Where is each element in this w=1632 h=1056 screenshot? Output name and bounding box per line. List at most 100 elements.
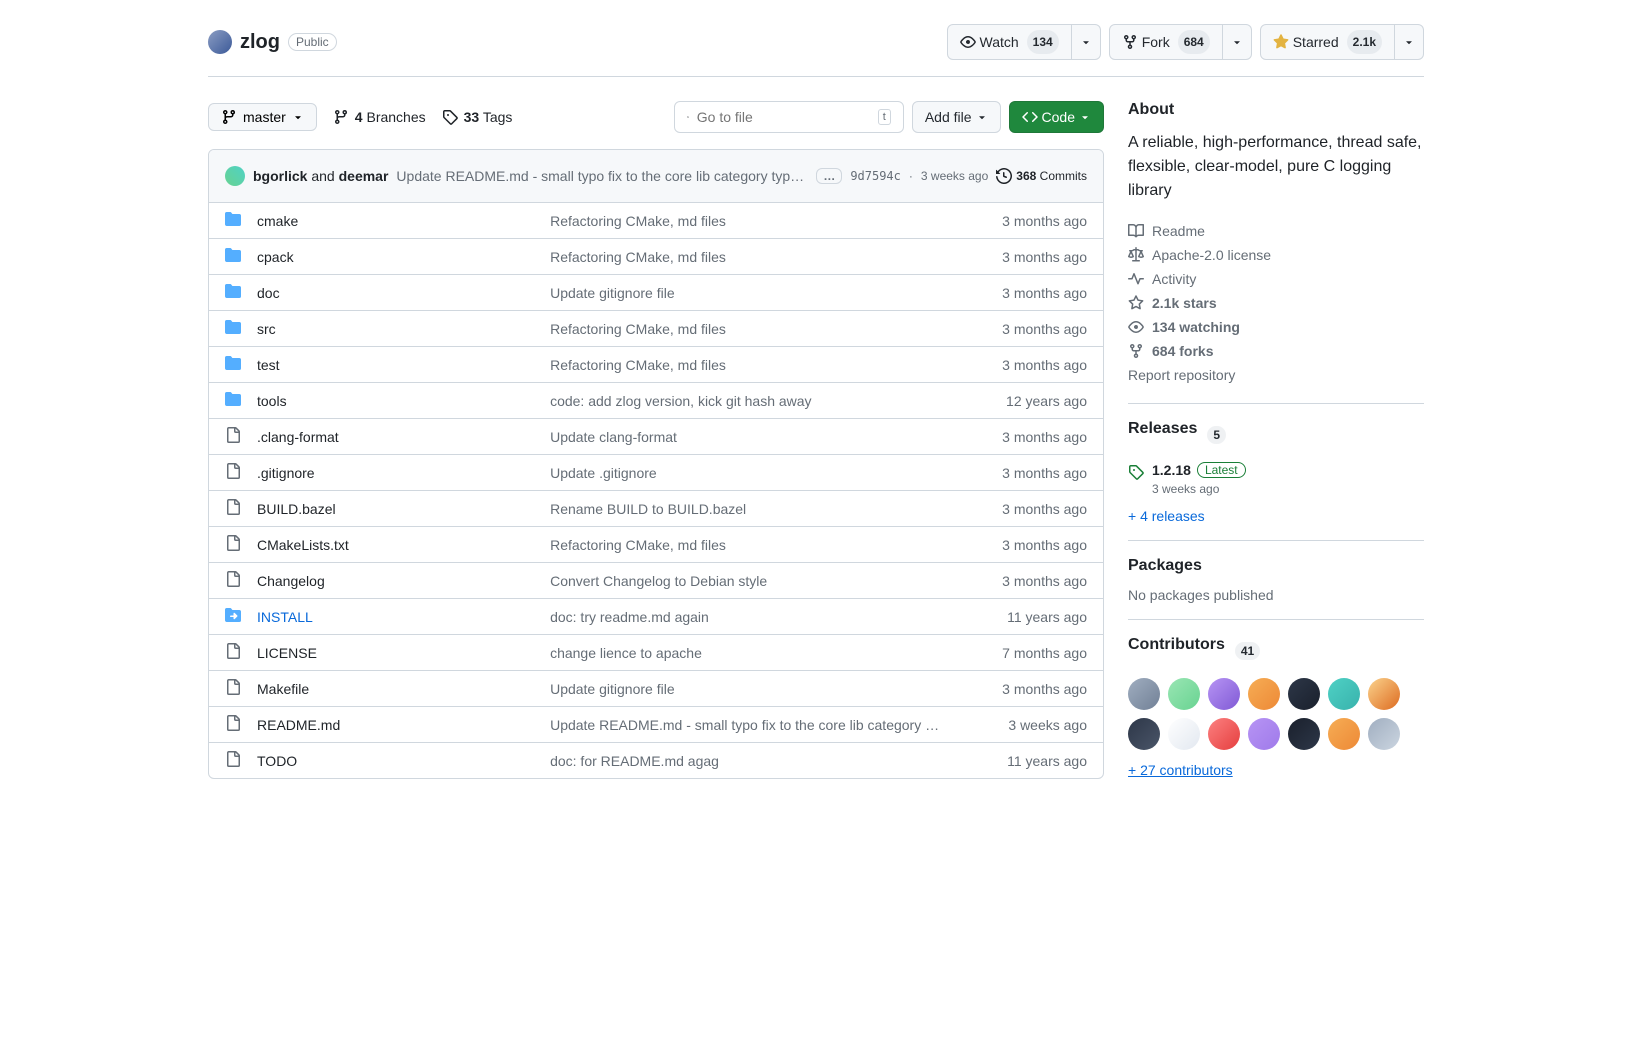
branch-select-button[interactable]: master: [208, 103, 317, 131]
file-commit-msg[interactable]: change lience to apache: [550, 645, 967, 661]
file-row[interactable]: .clang-format Update clang-format 3 mont…: [209, 419, 1103, 455]
file-row[interactable]: doc Update gitignore file 3 months ago: [209, 275, 1103, 311]
star-button[interactable]: Starred 2.1k: [1260, 24, 1395, 60]
commit-message[interactable]: Update README.md - small typo fix to the…: [396, 168, 808, 184]
latest-release[interactable]: 1.2.18 Latest 3 weeks ago: [1128, 462, 1424, 496]
stars-link[interactable]: 2.1k stars: [1128, 291, 1424, 315]
more-releases-link[interactable]: + 4 releases: [1128, 508, 1205, 524]
file-commit-msg[interactable]: Update gitignore file: [550, 681, 967, 697]
file-name[interactable]: README.md: [257, 717, 550, 733]
contributor-avatar[interactable]: [1288, 678, 1320, 710]
file-name[interactable]: test: [257, 357, 550, 373]
file-commit-msg[interactable]: Rename BUILD to BUILD.bazel: [550, 501, 967, 517]
file-name[interactable]: .gitignore: [257, 465, 550, 481]
contributor-avatar[interactable]: [1208, 718, 1240, 750]
commit-sha[interactable]: 9d7594c: [850, 169, 901, 183]
contributor-avatar[interactable]: [1368, 678, 1400, 710]
file-name[interactable]: BUILD.bazel: [257, 501, 550, 517]
contributor-avatar[interactable]: [1168, 718, 1200, 750]
readme-link[interactable]: Readme: [1128, 219, 1424, 243]
file-icon: [225, 535, 241, 554]
file-commit-msg[interactable]: Update README.md - small typo fix to the…: [550, 717, 967, 733]
file-row[interactable]: Makefile Update gitignore file 3 months …: [209, 671, 1103, 707]
watch-button[interactable]: Watch 134: [947, 24, 1072, 60]
code-icon: [1022, 109, 1038, 125]
file-commit-msg[interactable]: Refactoring CMake, md files: [550, 321, 967, 337]
contributor-avatar[interactable]: [1328, 718, 1360, 750]
file-row[interactable]: tools code: add zlog version, kick git h…: [209, 383, 1103, 419]
file-row[interactable]: README.md Update README.md - small typo …: [209, 707, 1103, 743]
file-name[interactable]: LICENSE: [257, 645, 550, 661]
activity-link[interactable]: Activity: [1128, 267, 1424, 291]
file-name[interactable]: Makefile: [257, 681, 550, 697]
contributor-avatar[interactable]: [1128, 678, 1160, 710]
forks-link[interactable]: 684 forks: [1128, 339, 1424, 363]
file-commit-msg[interactable]: Refactoring CMake, md files: [550, 537, 967, 553]
file-name[interactable]: cmake: [257, 213, 550, 229]
file-name[interactable]: tools: [257, 393, 550, 409]
watch-menu-button[interactable]: [1072, 24, 1101, 60]
file-row[interactable]: LICENSE change lience to apache 7 months…: [209, 635, 1103, 671]
history-icon: [996, 168, 1012, 184]
commit-avatar[interactable]: [225, 166, 245, 186]
contributor-avatar[interactable]: [1248, 678, 1280, 710]
contributor-avatar[interactable]: [1128, 718, 1160, 750]
file-commit-msg[interactable]: doc: try readme.md again: [550, 609, 967, 625]
file-commit-msg[interactable]: Update gitignore file: [550, 285, 967, 301]
repo-name[interactable]: zlog: [240, 31, 280, 54]
file-row[interactable]: .gitignore Update .gitignore 3 months ag…: [209, 455, 1103, 491]
owner-avatar[interactable]: [208, 30, 232, 54]
releases-header[interactable]: Releases 5: [1128, 420, 1424, 450]
contributor-avatar[interactable]: [1248, 718, 1280, 750]
contributors-header[interactable]: Contributors 41: [1128, 636, 1424, 666]
file-name[interactable]: .clang-format: [257, 429, 550, 445]
contributor-avatar[interactable]: [1328, 678, 1360, 710]
fork-menu-button[interactable]: [1223, 24, 1252, 60]
file-name[interactable]: CMakeLists.txt: [257, 537, 550, 553]
file-commit-msg[interactable]: Convert Changelog to Debian style: [550, 573, 967, 589]
file-commit-msg[interactable]: Refactoring CMake, md files: [550, 213, 967, 229]
file-commit-msg[interactable]: code: add zlog version, kick git hash aw…: [550, 393, 967, 409]
star-menu-button[interactable]: [1395, 24, 1424, 60]
contributor-avatar[interactable]: [1368, 718, 1400, 750]
file-search[interactable]: t: [674, 101, 904, 133]
contributor-avatar[interactable]: [1208, 678, 1240, 710]
file-row[interactable]: Changelog Convert Changelog to Debian st…: [209, 563, 1103, 599]
contributor-avatar[interactable]: [1288, 718, 1320, 750]
file-name[interactable]: cpack: [257, 249, 550, 265]
license-link[interactable]: Apache-2.0 license: [1128, 243, 1424, 267]
file-name[interactable]: doc: [257, 285, 550, 301]
file-row[interactable]: CMakeLists.txt Refactoring CMake, md fil…: [209, 527, 1103, 563]
file-row[interactable]: INSTALL doc: try readme.md again 11 year…: [209, 599, 1103, 635]
file-search-input[interactable]: [697, 109, 878, 125]
file-name[interactable]: TODO: [257, 753, 550, 769]
file-commit-msg[interactable]: Update .gitignore: [550, 465, 967, 481]
file-row[interactable]: BUILD.bazel Rename BUILD to BUILD.bazel …: [209, 491, 1103, 527]
file-name[interactable]: Changelog: [257, 573, 550, 589]
commit-details-button[interactable]: …: [816, 168, 842, 184]
file-commit-msg[interactable]: Update clang-format: [550, 429, 967, 445]
file-name[interactable]: src: [257, 321, 550, 337]
contributor-avatar[interactable]: [1168, 678, 1200, 710]
watching-link[interactable]: 134 watching: [1128, 315, 1424, 339]
add-file-button[interactable]: Add file: [912, 101, 1001, 133]
file-row[interactable]: cpack Refactoring CMake, md files 3 mont…: [209, 239, 1103, 275]
tags-link[interactable]: 33 Tags: [442, 109, 513, 125]
packages-title[interactable]: Packages: [1128, 557, 1424, 575]
more-contributors-link[interactable]: + 27 contributors: [1128, 762, 1233, 778]
branches-link[interactable]: 4 Branches: [333, 109, 426, 125]
file-row[interactable]: cmake Refactoring CMake, md files 3 mont…: [209, 203, 1103, 239]
commit-authors[interactable]: bgorlick and deemar: [253, 168, 388, 184]
triangle-down-icon: [292, 111, 304, 123]
file-commit-msg[interactable]: Refactoring CMake, md files: [550, 357, 967, 373]
file-row[interactable]: test Refactoring CMake, md files 3 month…: [209, 347, 1103, 383]
file-row[interactable]: TODO doc: for README.md agag 11 years ag…: [209, 743, 1103, 778]
report-link[interactable]: Report repository: [1128, 363, 1424, 387]
file-commit-msg[interactable]: doc: for README.md agag: [550, 753, 967, 769]
code-button[interactable]: Code: [1009, 101, 1104, 133]
commits-link[interactable]: 368 Commits: [996, 168, 1087, 184]
fork-button[interactable]: Fork 684: [1109, 24, 1223, 60]
file-name[interactable]: INSTALL: [257, 609, 550, 625]
file-row[interactable]: src Refactoring CMake, md files 3 months…: [209, 311, 1103, 347]
file-commit-msg[interactable]: Refactoring CMake, md files: [550, 249, 967, 265]
